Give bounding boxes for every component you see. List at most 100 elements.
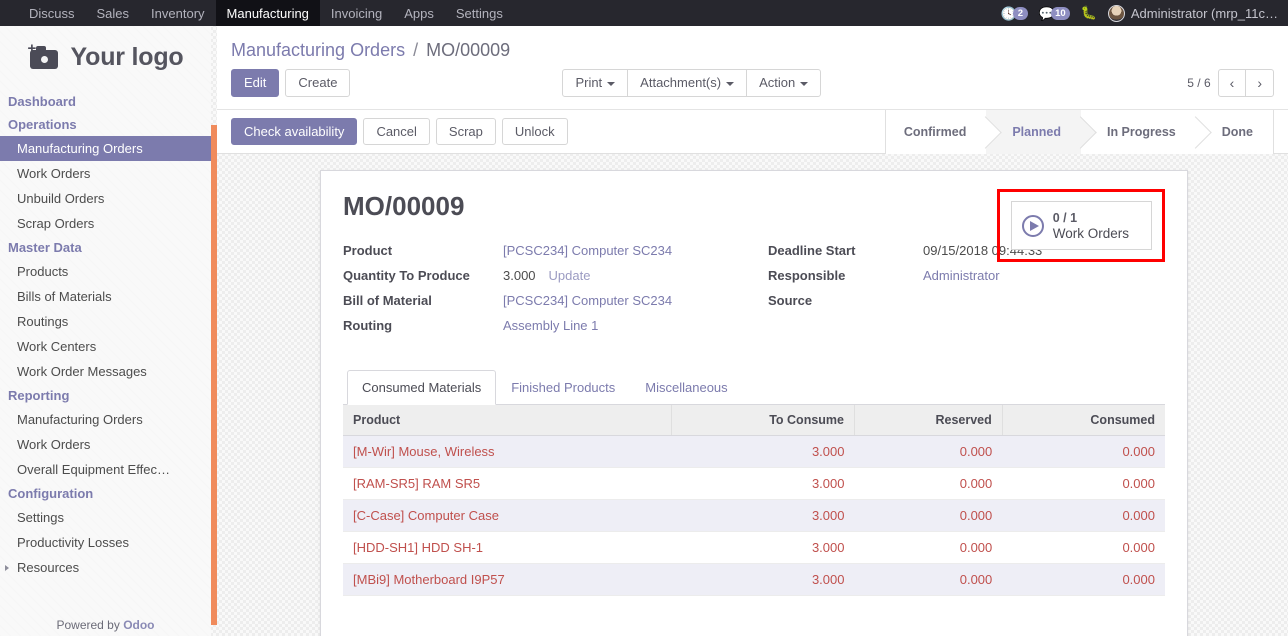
sheet-wrapper: 0 / 1 Work Orders MO/00009 Product [PCSC2… <box>217 154 1288 636</box>
pager: 5 / 6 ‹ › <box>1187 69 1274 97</box>
sidebar-item-unbuild-orders[interactable]: Unbuild Orders <box>0 186 211 211</box>
table-row[interactable]: [HDD-SH1] HDD SH-1 3.000 0.000 0.000 <box>343 531 1165 564</box>
table-row[interactable]: [RAM-SR5] RAM SR5 3.000 0.000 0.000 <box>343 467 1165 500</box>
nav-item-settings[interactable]: Settings <box>445 0 514 26</box>
field-label-routing: Routing <box>343 318 393 333</box>
sidebar-item-resources[interactable]: Resources <box>0 555 211 580</box>
sidebar-item-work-orders[interactable]: Work Orders <box>0 432 211 457</box>
cell-product: [RAM-SR5] RAM SR5 <box>343 467 672 500</box>
chevron-down-icon <box>607 81 616 86</box>
update-quantity-link[interactable]: Update <box>549 268 591 283</box>
sidebar-section-master-data[interactable]: Master Data <box>0 236 211 259</box>
attachments-dropdown[interactable]: Attachment(s) <box>627 69 748 97</box>
sidebar-item-label: Work Order Messages <box>17 364 147 379</box>
column-header-consumed[interactable]: Consumed <box>1002 405 1165 436</box>
field-text: Administrator <box>923 268 1000 283</box>
nav-item-sales[interactable]: Sales <box>86 0 141 26</box>
field-value-responsible[interactable]: Administrator <box>923 263 1165 288</box>
pager-next-button[interactable]: › <box>1245 69 1274 97</box>
cancel-button[interactable]: Cancel <box>363 118 430 145</box>
work-orders-count: 0 / 1 <box>1052 211 1078 225</box>
sidebar-item-label: Products <box>17 264 69 279</box>
table-row[interactable]: [MBi9] Motherboard I9P57 3.000 0.000 0.000 <box>343 563 1165 596</box>
sidebar-section-operations[interactable]: Operations <box>0 113 211 136</box>
sidebar: + Your logo Dashboard Operations Manufactu… <box>0 26 211 636</box>
column-header-product[interactable]: Product <box>343 405 672 436</box>
nav-item-invoicing[interactable]: Invoicing <box>320 0 393 26</box>
sidebar-item-label: Manufacturing Orders <box>17 412 143 427</box>
nav-item-manufacturing[interactable]: Manufacturing <box>215 0 320 26</box>
sidebar-section-reporting[interactable]: Reporting <box>0 384 211 407</box>
pager-previous-button[interactable]: ‹ <box>1217 69 1247 97</box>
cell-consumed: 0.000 <box>1002 531 1165 564</box>
sidebar-item-manufacturing-orders[interactable]: Manufacturing Orders <box>0 136 211 161</box>
company-logo[interactable]: + Your logo <box>0 26 211 88</box>
field-value-routing[interactable]: Assembly Line 1 <box>503 313 754 338</box>
cell-consumed: 0.000 <box>1002 499 1165 532</box>
sidebar-scrollbar[interactable] <box>211 125 217 625</box>
cell-product: [C-Case] Computer Case <box>343 499 672 532</box>
sidebar-item-label: Unbuild Orders <box>17 191 105 206</box>
sidebar-item-overall-equipment-effec[interactable]: Overall Equipment Effec… <box>0 457 211 482</box>
sidebar-item-products[interactable]: Products <box>0 259 211 284</box>
activity-menu[interactable]: 🕓 2 <box>1001 6 1028 20</box>
nav-item-apps[interactable]: Apps <box>393 0 445 26</box>
sidebar-section-dashboard[interactable]: Dashboard <box>0 90 211 113</box>
field-row: Bill of Material [PCSC234] Computer SC234 <box>343 288 754 313</box>
sidebar-item-label: Routings <box>17 314 69 329</box>
field-text: 3.000 <box>503 268 536 283</box>
sidebar-item-manufacturing-orders[interactable]: Manufacturing Orders <box>0 407 211 432</box>
navbar-systray: 🕓 2 💬 10 🐛 Administrator (mrp_11c… <box>1001 0 1288 26</box>
top-navbar: Discuss Sales Inventory Manufacturing Invoic… <box>0 0 1288 26</box>
unlock-button[interactable]: Unlock <box>501 118 568 145</box>
chevron-right-icon <box>5 564 9 571</box>
messages-menu[interactable]: 💬 10 <box>1039 6 1070 20</box>
sidebar-menu: Dashboard Operations Manufacturing Orders W… <box>0 88 211 580</box>
field-value-product[interactable]: [PCSC234] Computer SC234 <box>503 238 754 263</box>
bug-icon[interactable]: 🐛 <box>1081 5 1097 21</box>
edit-button[interactable]: Edit <box>231 69 280 97</box>
powered-prefix: Powered by <box>56 618 124 632</box>
field-row: Product [PCSC234] Computer SC234 <box>343 238 754 263</box>
nav-item-discuss[interactable]: Discuss <box>18 0 86 26</box>
print-dropdown[interactable]: Print <box>562 69 629 97</box>
scrap-button[interactable]: Scrap <box>435 118 496 145</box>
work-orders-stat-button[interactable]: 0 / 1 Work Orders <box>1010 201 1152 250</box>
powered-by: Powered by Odoo <box>0 618 211 632</box>
user-menu[interactable]: Administrator (mrp_11c… <box>1107 4 1278 22</box>
logo-label: Your logo <box>70 42 184 71</box>
create-button[interactable]: Create <box>285 69 351 97</box>
sidebar-item-routings[interactable]: Routings <box>0 309 211 334</box>
user-name-label: Administrator (mrp_11c… <box>1130 5 1278 21</box>
sidebar-section-configuration[interactable]: Configuration <box>0 482 211 505</box>
sidebar-item-work-orders[interactable]: Work Orders <box>0 161 211 186</box>
pager-buttons: ‹ › <box>1217 69 1274 97</box>
sidebar-item-label: Work Centers <box>17 339 97 354</box>
action-dropdown[interactable]: Action <box>746 69 822 97</box>
sidebar-item-label: Scrap Orders <box>17 216 95 231</box>
cell-to-consume: 3.000 <box>671 499 855 532</box>
stage-confirmed[interactable]: Confirmed <box>885 110 987 154</box>
sidebar-item-work-order-messages[interactable]: Work Order Messages <box>0 359 211 384</box>
sidebar-item-scrap-orders[interactable]: Scrap Orders <box>0 211 211 236</box>
sidebar-item-settings[interactable]: Settings <box>0 505 211 530</box>
tab-consumed-materials[interactable]: Consumed Materials <box>347 370 497 405</box>
sidebar-item-work-centers[interactable]: Work Centers <box>0 334 211 359</box>
sidebar-item-bills-of-materials[interactable]: Bills of Materials <box>0 284 211 309</box>
breadcrumb-root[interactable]: Manufacturing Orders <box>231 40 405 60</box>
nav-item-inventory[interactable]: Inventory <box>140 0 215 26</box>
field-row: Routing Assembly Line 1 <box>343 313 754 338</box>
table-row[interactable]: [C-Case] Computer Case 3.000 0.000 0.000 <box>343 499 1165 532</box>
field-text: [PCSC234] Computer SC234 <box>503 243 673 258</box>
field-value-bill-of-material[interactable]: [PCSC234] Computer SC234 <box>503 288 754 313</box>
tab-miscellaneous[interactable]: Miscellaneous <box>630 370 742 405</box>
table-row[interactable]: [M-Wir] Mouse, Wireless 3.000 0.000 0.000 <box>343 435 1165 468</box>
column-header-reserved[interactable]: Reserved <box>854 405 1003 436</box>
cell-reserved: 0.000 <box>854 531 1003 564</box>
tab-finished-products[interactable]: Finished Products <box>496 370 630 405</box>
stage-in-progress[interactable]: In Progress <box>1080 110 1196 154</box>
sidebar-item-productivity-losses[interactable]: Productivity Losses <box>0 530 211 555</box>
check-availability-button[interactable]: Check availability <box>231 118 358 145</box>
form-column-left: Product [PCSC234] Computer SC234 Quantity … <box>343 238 754 338</box>
column-header-to-consume[interactable]: To Consume <box>671 405 856 436</box>
